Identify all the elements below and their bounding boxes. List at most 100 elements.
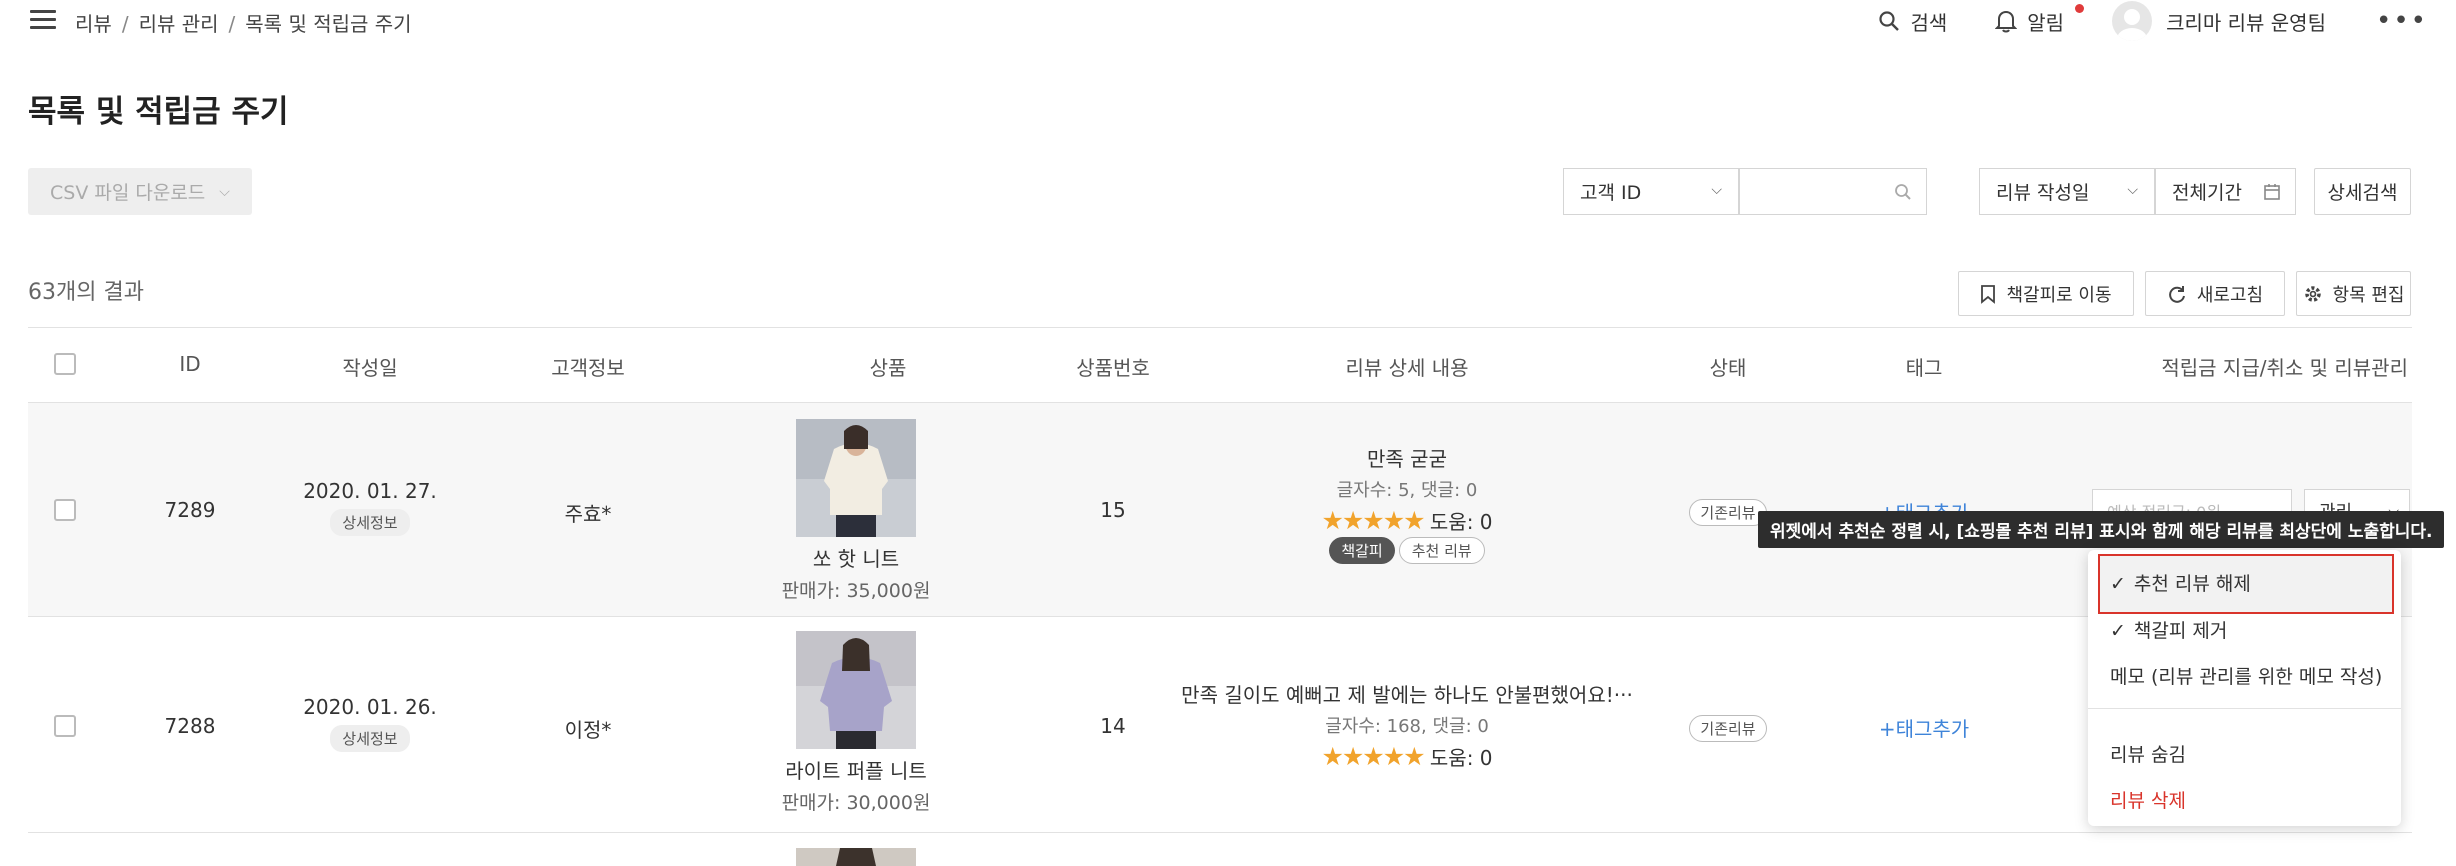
bell-icon — [1995, 10, 2018, 33]
column-header-id[interactable]: ID — [150, 352, 230, 376]
customer-info[interactable]: 이정* — [508, 714, 668, 743]
refresh-label: 새로고침 — [2196, 284, 2264, 306]
alerts-nav-label: 알림 — [2027, 10, 2065, 35]
table-row: 7289 2020. 01. 27. 상세정보 주효* 쏘 핫 니트 판매가: … — [28, 403, 2412, 617]
edit-columns-button[interactable]: 항목 편집 — [2296, 271, 2411, 316]
date-filter-label: 리뷰 작성일 — [1996, 182, 2090, 204]
manage-dropdown-menu: 추천 리뷰 해제 책갈피 제거 메모 (리뷰 관리를 위한 메모 작성) 리뷰 … — [2088, 550, 2401, 826]
column-header-reward: 적립금 지급/취소 및 리뷰관리 — [2161, 356, 2408, 380]
bookmark-icon — [1981, 284, 1996, 304]
review-id: 7289 — [164, 498, 216, 522]
review-id: 7288 — [164, 714, 216, 738]
product-image[interactable] — [796, 848, 916, 866]
column-header-date[interactable]: 작성일 — [290, 352, 450, 381]
add-tag-link[interactable]: +태그추가 — [1879, 717, 1969, 741]
edit-columns-label: 항목 편집 — [2332, 284, 2405, 306]
help-count: 도움: 0 — [1429, 510, 1493, 534]
chevron-down-icon: ⌵ — [2127, 182, 2138, 198]
search-nav-label: 검색 — [1910, 10, 1948, 35]
search-icon — [1879, 11, 1900, 31]
refresh-button[interactable]: 새로고침 — [2145, 271, 2285, 316]
product-image[interactable] — [796, 631, 916, 749]
calendar-icon — [2264, 184, 2280, 200]
column-header-product: 상품 — [869, 356, 907, 380]
menu-item-unrecommend[interactable]: 추천 리뷰 해제 — [2110, 569, 2251, 596]
rating-stars: ★★★★★ — [1321, 506, 1425, 535]
column-header-product-no: 상품번호 — [1076, 356, 1150, 380]
search-icon — [1895, 184, 1911, 200]
review-meta: 글자수: 168, 댓글: 0 — [1325, 716, 1489, 737]
refresh-icon — [2169, 285, 2185, 303]
alerts-nav-button[interactable]: 알림 — [1995, 3, 2085, 36]
recommend-tooltip: 위젯에서 추천순 정렬 시, [쇼핑몰 추천 리뷰] 표시와 함께 해당 리뷰를… — [1758, 511, 2444, 548]
column-header-tags: 태그 — [1905, 356, 1943, 380]
product-price: 판매가: 35,000원 — [781, 580, 931, 602]
column-header-review: 리뷰 상세 내용 — [1345, 356, 1469, 380]
help-count: 도움: 0 — [1429, 746, 1493, 770]
period-label: 전체기간 — [2172, 182, 2242, 204]
menu-item-memo[interactable]: 메모 (리뷰 관리를 위한 메모 작성) — [2110, 662, 2382, 689]
review-title: 만족 길이도 예뻐고 제 발에는 하나도 안불편했어요!··· — [1181, 683, 1633, 707]
menu-item-remove-bookmark[interactable]: 책갈피 제거 — [2110, 616, 2227, 643]
search-input[interactable] — [1739, 168, 1927, 215]
detail-info-badge[interactable]: 상세정보 — [330, 509, 410, 536]
menu-divider — [2088, 708, 2401, 709]
product-name[interactable]: 라이트 퍼플 니트 — [756, 755, 956, 784]
review-meta: 글자수: 5, 댓글: 0 — [1336, 480, 1478, 501]
customer-filter-select[interactable]: 고객 ID ⌵ — [1563, 168, 1739, 215]
product-image[interactable] — [796, 419, 916, 537]
search-nav-button[interactable]: 검색 — [1878, 7, 1947, 36]
column-header-customer: 고객정보 — [551, 356, 625, 380]
breadcrumb-item-current: 목록 및 적립금 주기 — [245, 12, 412, 36]
date-filter-select[interactable]: 리뷰 작성일 ⌵ — [1979, 168, 2155, 215]
review-date: 2020. 01. 27. — [303, 479, 437, 503]
csv-download-button[interactable]: CSV 파일 다운로드 ⌵ — [28, 168, 252, 215]
column-header-status: 상태 — [1709, 356, 1747, 380]
customer-filter-label: 고객 ID — [1580, 182, 1642, 204]
row-checkbox[interactable] — [54, 499, 76, 521]
menu-item-delete-review[interactable]: 리뷰 삭제 — [2110, 786, 2186, 813]
table-row: 7288 2020. 01. 26. 상세정보 이정* 라이트 퍼플 니트 판매… — [28, 617, 2412, 833]
more-icon[interactable]: ••• — [2376, 6, 2428, 36]
chevron-down-icon: ⌵ — [1711, 182, 1722, 198]
review-date-cell: 2020. 01. 26. 상세정보 — [290, 695, 450, 752]
gear-icon — [2304, 285, 2321, 302]
breadcrumb-item-review-manage[interactable]: 리뷰 관리 — [139, 12, 219, 36]
review-title: 만족 굳굳 — [1367, 447, 1447, 471]
breadcrumb-item-review[interactable]: 리뷰 — [75, 12, 112, 36]
review-content[interactable]: 만족 길이도 예뻐고 제 발에는 하나도 안불편했어요!··· 글자수: 168… — [1162, 679, 1652, 771]
menu-icon[interactable] — [30, 10, 56, 30]
product-name[interactable]: 쏘 핫 니트 — [756, 543, 956, 572]
review-date: 2020. 01. 26. — [303, 695, 437, 719]
product-info: 쏘 핫 니트 판매가: 35,000원 — [756, 543, 956, 603]
top-bar: 리뷰 / 리뷰 관리 / 목록 및 적립금 주기 검색 알림 크리마 리뷰 운영팀 ••… — [0, 0, 2456, 42]
row-checkbox[interactable] — [54, 715, 76, 737]
review-date-cell: 2020. 01. 27. 상세정보 — [290, 479, 450, 536]
status-cell: 기존리뷰 — [1668, 715, 1788, 742]
chevron-down-icon: ⌵ — [219, 183, 230, 200]
bookmark-jump-button[interactable]: 책갈피로 이동 — [1958, 271, 2134, 316]
period-picker[interactable]: 전체기간 — [2155, 168, 2296, 215]
advanced-search-button[interactable]: 상세검색 — [2314, 168, 2411, 215]
user-menu[interactable]: 크리마 리뷰 운영팀 — [2112, 1, 2326, 41]
review-content[interactable]: 만족 굳굳 글자수: 5, 댓글: 0 ★★★★★ 도움: 0 책갈피 추천 리뷰 — [1182, 443, 1632, 564]
table-header: ID 작성일 고객정보 상품 상품번호 리뷰 상세 내용 상태 태그 적립금 지… — [28, 327, 2412, 403]
user-name: 크리마 리뷰 운영팀 — [2166, 10, 2326, 35]
product-price: 판매가: 30,000원 — [781, 792, 931, 814]
rating-stars: ★★★★★ — [1321, 742, 1425, 771]
breadcrumb: 리뷰 / 리뷰 관리 / 목록 및 적립금 주기 — [75, 12, 412, 36]
product-number: 15 — [1100, 498, 1126, 522]
select-all-checkbox[interactable] — [54, 353, 76, 375]
result-count: 63개의 결과 — [28, 280, 144, 305]
bookmark-tag: 책갈피 — [1329, 537, 1395, 564]
advanced-search-label: 상세검색 — [2327, 182, 2398, 204]
recommended-tag: 추천 리뷰 — [1398, 537, 1485, 564]
menu-item-hide-review[interactable]: 리뷰 숨김 — [2110, 740, 2186, 767]
detail-info-badge[interactable]: 상세정보 — [330, 725, 410, 752]
bookmark-jump-label: 책갈피로 이동 — [2006, 284, 2112, 306]
csv-download-label: CSV 파일 다운로드 — [50, 182, 206, 204]
customer-info[interactable]: 주효* — [508, 498, 668, 527]
status-badge: 기존리뷰 — [1689, 715, 1767, 742]
page-title: 목록 및 적립금 주기 — [28, 94, 289, 130]
avatar — [2112, 1, 2153, 41]
